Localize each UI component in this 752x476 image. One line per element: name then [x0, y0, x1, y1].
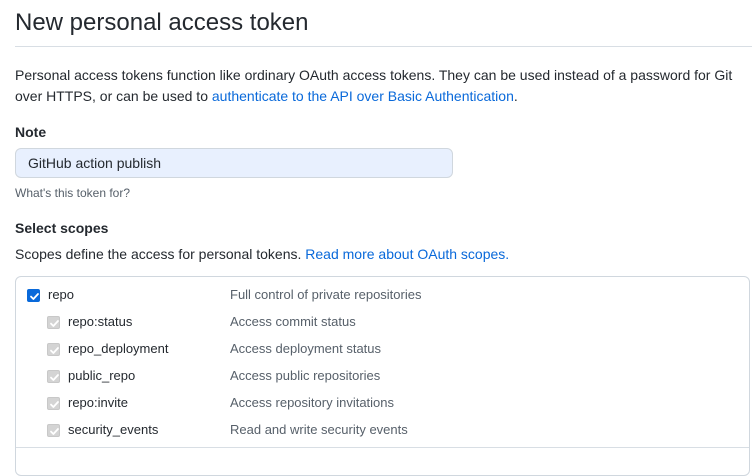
note-input[interactable]	[15, 148, 453, 178]
public-repo-checkbox[interactable]	[47, 370, 60, 383]
scope-row-repo-status: repo:status Access commit status	[16, 312, 749, 334]
basic-auth-link[interactable]: authenticate to the API over Basic Authe…	[212, 88, 514, 104]
scopes-description: Scopes define the access for personal to…	[15, 246, 509, 262]
scopes-desc-text: Scopes define the access for personal to…	[15, 246, 306, 262]
oauth-scopes-link[interactable]: Read more about OAuth scopes.	[305, 246, 509, 262]
scope-row-repo: repo Full control of private repositorie…	[16, 285, 749, 307]
scope-name: repo:status	[68, 314, 133, 329]
scope-description: Access commit status	[230, 314, 356, 329]
scope-row-public-repo: public_repo Access public repositories	[16, 366, 749, 388]
scope-row-security-events: security_events Read and write security …	[16, 420, 749, 442]
scope-name: security_events	[68, 422, 159, 437]
scope-group-divider	[16, 447, 749, 448]
intro-paragraph: Personal access tokens function like ord…	[15, 65, 752, 107]
repo-status-checkbox[interactable]	[47, 316, 60, 329]
scope-row-repo-deployment: repo_deployment Access deployment status	[16, 339, 749, 361]
page-title: New personal access token	[15, 9, 309, 36]
repo-checkbox[interactable]	[27, 289, 40, 302]
scope-description: Access repository invitations	[230, 395, 395, 410]
scopes-label: Select scopes	[15, 220, 109, 236]
scopes-list: repo Full control of private repositorie…	[15, 276, 750, 476]
repo-invite-checkbox[interactable]	[47, 397, 60, 410]
scope-name: repo:invite	[68, 395, 128, 410]
note-hint: What's this token for?	[15, 186, 131, 200]
scope-description: Access public repositories	[230, 368, 381, 383]
intro-end: .	[513, 88, 518, 104]
scope-row-repo-invite: repo:invite Access repository invitation…	[16, 393, 749, 415]
scope-description: Full control of private repositories	[230, 287, 422, 302]
scope-name: repo	[48, 287, 75, 302]
scope-name: public_repo	[68, 368, 136, 383]
scope-description: Access deployment status	[230, 341, 382, 356]
scope-description: Read and write security events	[230, 422, 408, 437]
repo-deployment-checkbox[interactable]	[47, 343, 60, 356]
scope-name: repo_deployment	[68, 341, 169, 356]
security-events-checkbox[interactable]	[47, 424, 60, 437]
title-divider	[15, 46, 752, 47]
note-label: Note	[15, 124, 47, 140]
